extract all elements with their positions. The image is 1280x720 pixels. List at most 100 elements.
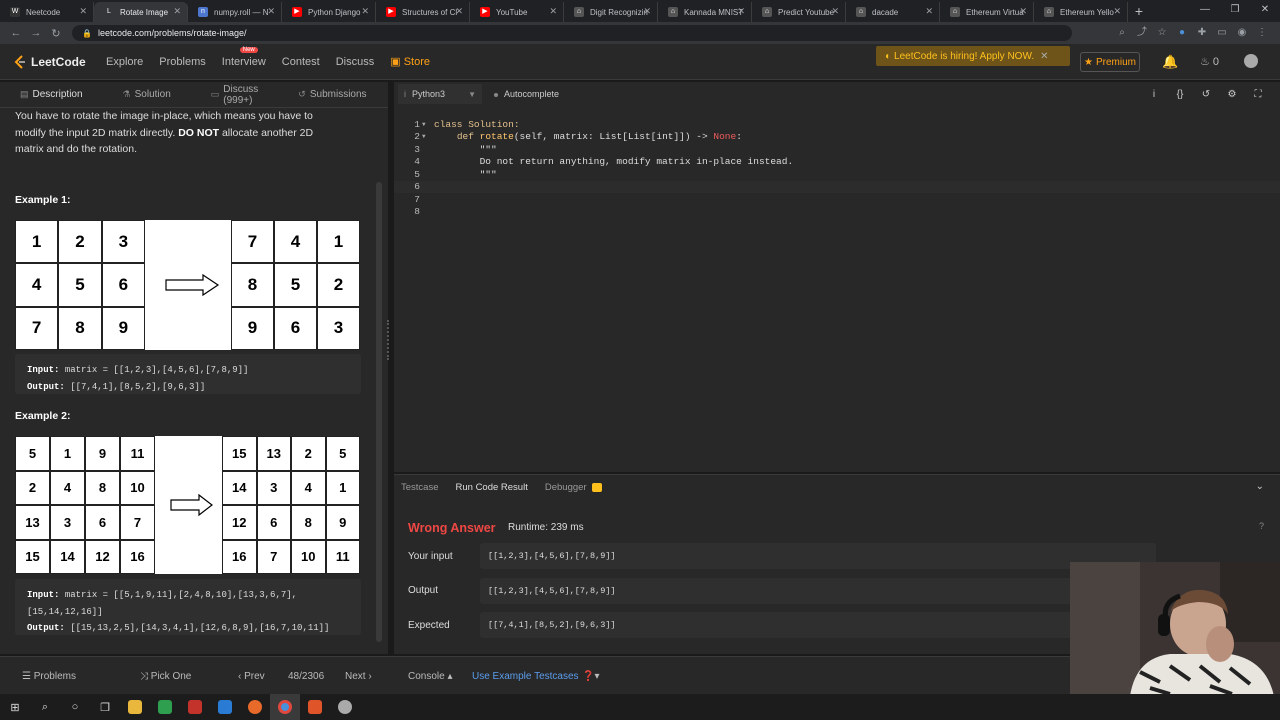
tab-close-icon[interactable]: ✕ <box>361 6 369 17</box>
browser-tab[interactable]: ⌂ Ethereum Virtua ✕ <box>940 2 1034 22</box>
browser-tab[interactable]: ▶ Python Django ✕ <box>282 2 376 22</box>
browser-tab[interactable]: ⌂ Ethereum Yello ✕ <box>1034 2 1128 22</box>
console-button[interactable]: Console ▴ <box>408 671 453 682</box>
browser-tab-label: Python Django <box>308 7 361 17</box>
nav-store[interactable]: ▣ Store <box>390 55 430 68</box>
next-button[interactable]: Next › <box>345 671 372 682</box>
browser-tab[interactable]: ⌂ Predict Youtube ✕ <box>752 2 846 22</box>
url-input[interactable]: 🔒 leetcode.com/problems/rotate-image/ <box>72 25 1072 41</box>
tab-close-icon[interactable]: ✕ <box>831 6 839 17</box>
new-tab-button[interactable]: + <box>1128 2 1150 22</box>
share-icon[interactable]: ⤴ <box>1136 27 1148 39</box>
output-label: Output: <box>27 623 65 633</box>
tab-solution[interactable]: ⚗ Solution <box>123 89 171 100</box>
back-icon[interactable]: ← <box>6 27 26 39</box>
hiring-banner[interactable]: ◖ LeetCode is hiring! Apply NOW. ✕ <box>876 46 1070 66</box>
tab-debugger[interactable]: Debugger <box>545 482 602 493</box>
browser-tab[interactable]: ⌂ Digit Recognizin ✕ <box>564 2 658 22</box>
tab-run-code-result[interactable]: Run Code Result <box>456 482 528 493</box>
nav-discuss[interactable]: Discuss <box>336 56 375 68</box>
help-dropdown-icon[interactable]: ❓▾ <box>582 671 599 682</box>
streak-counter[interactable]: ♨ 0 <box>1200 55 1219 68</box>
tab-close-icon[interactable]: ✕ <box>1019 6 1027 17</box>
tab-close-icon[interactable]: ✕ <box>643 6 651 17</box>
tab-close-icon[interactable]: ✕ <box>267 6 275 17</box>
nav-interview[interactable]: Interview New <box>222 46 266 68</box>
sheets-app-icon[interactable] <box>150 694 180 720</box>
fold-icon[interactable]: ▼ <box>422 133 434 140</box>
reset-icon[interactable]: ↺ <box>1200 89 1212 100</box>
browser-tab[interactable]: n numpy.roll — N ✕ <box>188 2 282 22</box>
red-app-icon[interactable] <box>180 694 210 720</box>
browser-tab[interactable]: L Rotate Image ✕ <box>94 2 188 22</box>
forward-icon[interactable]: → <box>26 27 46 39</box>
use-example-testcases-link[interactable]: Use Example Testcases <box>472 671 579 682</box>
browser-tab[interactable]: ▶ YouTube ✕ <box>470 2 564 22</box>
language-select[interactable]: i Python3 ▼ <box>398 84 482 104</box>
pick-one-button[interactable]: ⤨ Pick One <box>140 671 191 682</box>
minimize-button[interactable]: — <box>1190 0 1220 20</box>
fold-icon[interactable]: ▼ <box>422 121 434 128</box>
help-icon[interactable]: ? <box>1259 521 1264 531</box>
star-icon[interactable]: ☆ <box>1156 27 1168 39</box>
task-view-icon[interactable]: ❐ <box>90 694 120 720</box>
file-explorer-icon[interactable] <box>120 694 150 720</box>
tab-submissions[interactable]: ↺ Submissions <box>298 89 366 100</box>
leetcode-logo[interactable]: LeetCode <box>0 55 90 69</box>
banner-close-icon[interactable]: ✕ <box>1040 51 1048 62</box>
browser-tab[interactable]: ▶ Structures of Cl ✕ <box>376 2 470 22</box>
vscode-icon[interactable] <box>210 694 240 720</box>
sidebar-icon[interactable]: ▭ <box>1216 27 1228 39</box>
firefox-icon[interactable] <box>240 694 270 720</box>
tab-close-icon[interactable]: ✕ <box>925 6 933 17</box>
browser-tab[interactable]: ⌂ Kannada MNIST ✕ <box>658 2 752 22</box>
matrix-cell: 3 <box>101 220 145 264</box>
fullscreen-icon[interactable]: ⛶ <box>1252 89 1264 100</box>
menu-icon[interactable]: ⋮ <box>1256 27 1268 39</box>
maximize-button[interactable]: ❐ <box>1220 0 1250 20</box>
reload-icon[interactable]: ↻ <box>46 27 66 40</box>
settings-icon[interactable]: ⚙ <box>1226 89 1238 100</box>
tab-close-icon[interactable]: ✕ <box>455 6 463 17</box>
lock-icon[interactable]: 🔒 <box>82 29 92 38</box>
prev-button[interactable]: ‹ Prev <box>238 671 265 682</box>
braces-icon[interactable]: {} <box>1174 89 1186 100</box>
nav-explore[interactable]: Explore <box>106 56 143 68</box>
tab-close-icon[interactable]: ✕ <box>1113 6 1121 17</box>
autocomplete-toggle[interactable]: Autocomplete <box>494 89 559 99</box>
code-area[interactable]: 1 ▼ class Solution: 2 ▼ def rotate(self, ma… <box>394 118 1280 218</box>
tab-close-icon[interactable]: ✕ <box>737 6 745 17</box>
matrix-cell: 11 <box>325 539 360 574</box>
tab-close-icon[interactable]: ✕ <box>79 6 87 17</box>
taskbar-search-icon[interactable]: ⌕ <box>30 694 60 720</box>
tab-description[interactable]: ▤ Description <box>20 89 83 100</box>
nav-contest[interactable]: Contest <box>282 56 320 68</box>
puzzle-icon[interactable]: ✚ <box>1196 27 1208 39</box>
chrome-icon[interactable] <box>270 694 300 720</box>
tab-testcase[interactable]: Testcase <box>401 482 439 493</box>
close-window-button[interactable]: ✕ <box>1250 0 1280 20</box>
desc-bold: DO NOT <box>178 126 220 139</box>
description-scrollbar[interactable] <box>376 182 382 642</box>
extension-icon[interactable]: ● <box>1176 27 1188 39</box>
profile-icon[interactable]: ◉ <box>1236 27 1248 39</box>
browser-tab[interactable]: ⌂ dacade ✕ <box>846 2 940 22</box>
cortana-icon[interactable]: ○ <box>60 694 90 720</box>
problems-list-button[interactable]: ☰ Problems <box>22 671 76 682</box>
app-icon[interactable] <box>330 694 360 720</box>
windows-start-icon[interactable]: ⊞ <box>0 694 30 720</box>
brave-icon[interactable] <box>300 694 330 720</box>
avatar[interactable] <box>1244 54 1258 68</box>
panel-splitter[interactable] <box>387 320 389 360</box>
browser-tab[interactable]: W Neetcode ✕ <box>0 2 94 22</box>
premium-button[interactable]: ★ Premium <box>1080 52 1140 72</box>
nav-problems[interactable]: Problems <box>159 56 205 68</box>
tab-close-icon[interactable]: ✕ <box>173 6 181 17</box>
tab-discuss[interactable]: ▭ Discuss (999+) <box>211 84 259 106</box>
collapse-chevron-icon[interactable]: ⌄ <box>1256 481 1264 492</box>
bell-icon[interactable]: 🔔 <box>1162 54 1178 70</box>
search-icon[interactable]: ⌕ <box>1116 27 1128 39</box>
line-number: 7 <box>414 193 420 205</box>
tab-close-icon[interactable]: ✕ <box>549 6 557 17</box>
info-icon[interactable]: i <box>1148 89 1160 100</box>
